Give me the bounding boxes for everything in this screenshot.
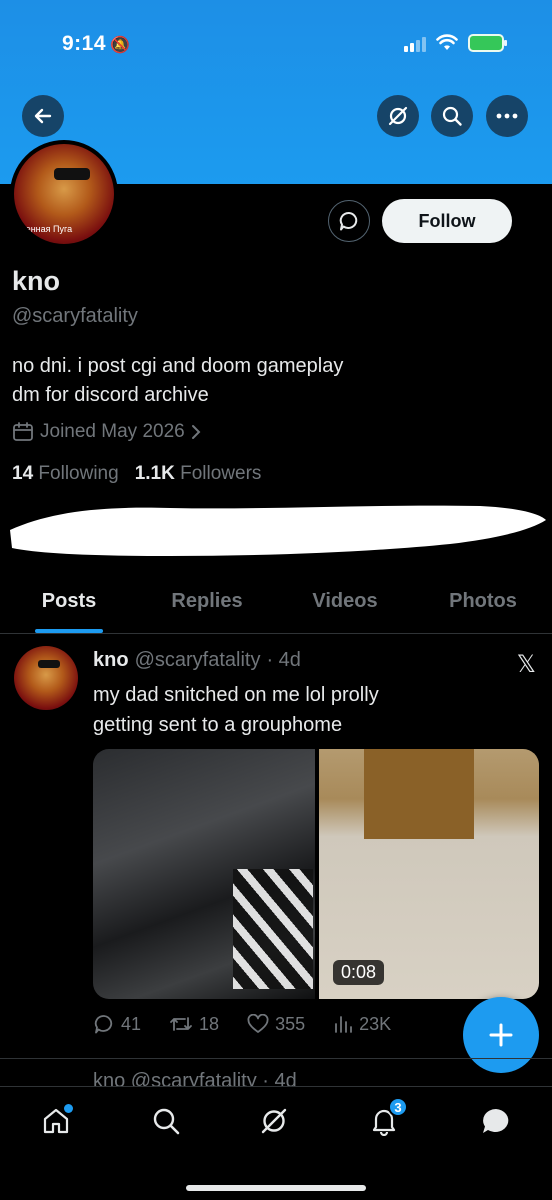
media-image-left[interactable] <box>93 749 315 999</box>
next-tweet-preview[interactable]: kno @scaryfatality · 4d <box>93 1070 297 1086</box>
search-icon <box>442 106 462 126</box>
followers-count: 1.1K <box>134 463 175 484</box>
followers-link[interactable]: 1.1K Followers <box>135 463 262 485</box>
tweet-author-name[interactable]: kno <box>93 649 129 672</box>
bio-line: no dni. i post cgi and doom gameplay <box>12 355 344 377</box>
like-count: 355 <box>275 1013 306 1034</box>
nav-messages[interactable] <box>476 1101 516 1141</box>
redaction-scribble <box>10 505 546 556</box>
tweet-avatar[interactable] <box>14 646 78 710</box>
tab-videos[interactable]: Videos <box>276 580 414 633</box>
chevron-right-icon <box>191 425 201 439</box>
tweet-actions: 41 18 355 23K <box>93 1013 419 1035</box>
silent-bell-icon: 🔕 <box>110 37 131 54</box>
battery-icon <box>468 34 507 52</box>
tweet-text-line: getting sent to a grouphome <box>93 714 343 736</box>
back-button[interactable] <box>22 95 64 137</box>
ellipsis-icon <box>496 113 518 119</box>
search-button[interactable] <box>431 95 473 137</box>
tweet-text-line: my dad snitched on me lol prolly <box>93 684 379 706</box>
view-count: 23K <box>359 1013 392 1034</box>
nav-search[interactable] <box>146 1101 186 1141</box>
like-button[interactable]: 355 <box>247 1013 305 1035</box>
follow-button[interactable]: Follow <box>382 199 512 243</box>
tweet-author-handle[interactable]: @scaryfatality <box>135 649 261 672</box>
message-button[interactable] <box>328 200 370 242</box>
reply-icon <box>94 1015 113 1034</box>
jacket-stripes <box>233 869 313 989</box>
reply-count: 41 <box>121 1013 142 1034</box>
x-logo-icon: 𝕏 <box>516 651 536 678</box>
views-button[interactable]: 23K <box>333 1013 391 1035</box>
compose-post-button[interactable] <box>463 997 539 1073</box>
cellular-signal-icon <box>404 34 426 52</box>
home-indicator <box>186 1185 366 1191</box>
more-options-button[interactable] <box>486 95 528 137</box>
heart-icon <box>247 1014 269 1033</box>
status-time: 9:14 🔕 <box>62 32 131 55</box>
bottom-nav: 3 <box>0 1086 552 1200</box>
grok-icon <box>388 106 408 126</box>
tab-posts[interactable]: Posts <box>0 580 138 633</box>
tweet-text: my dad snitched on me lol prolly getting… <box>93 680 493 740</box>
following-count: 14 <box>12 463 34 484</box>
arrow-left-icon <box>34 108 52 124</box>
tab-replies[interactable]: Replies <box>138 580 276 633</box>
grok-button[interactable] <box>377 95 419 137</box>
wifi-icon <box>436 34 458 50</box>
avatar-glasses <box>54 168 90 180</box>
profile-name: kno <box>12 266 61 296</box>
retweet-icon <box>170 1017 192 1031</box>
status-indicators <box>404 34 507 52</box>
followers-label: Followers <box>180 463 262 484</box>
profile-bio: no dni. i post cgi and doom gameplay dm … <box>12 352 532 410</box>
home-unread-dot <box>64 1104 73 1113</box>
door-shape <box>364 749 474 839</box>
retweet-count: 18 <box>199 1013 220 1034</box>
profile-avatar[interactable]: rченная Пуга <box>10 140 118 248</box>
plus-icon <box>489 1023 513 1047</box>
bio-line: dm for discord archive <box>12 384 209 406</box>
video-duration: 0:08 <box>333 960 385 985</box>
tab-photos[interactable]: Photos <box>414 580 552 633</box>
nav-grok[interactable] <box>254 1101 294 1141</box>
following-label: Following <box>38 463 119 484</box>
avatar-caption: rченная Пуга <box>18 224 73 234</box>
tweet-header: kno @scaryfatality · 4d <box>93 649 301 672</box>
notifications-badge: 3 <box>388 1097 408 1117</box>
calendar-icon <box>13 422 33 441</box>
profile-tabs: Posts Replies Videos Photos <box>0 580 552 634</box>
bar-chart-icon <box>335 1016 353 1033</box>
chat-bubble-icon <box>339 211 358 231</box>
profile-handle: @scaryfatality <box>12 305 138 327</box>
tweet-media[interactable]: 0:08 <box>93 749 539 999</box>
nav-notifications[interactable]: 3 <box>364 1097 408 1141</box>
reply-button[interactable]: 41 <box>93 1013 141 1035</box>
follow-stats: 14 Following 1.1K Followers <box>12 463 261 485</box>
media-video-right[interactable]: 0:08 <box>319 749 539 999</box>
joined-label: Joined May 2026 <box>40 421 185 442</box>
tweet-timestamp: · 4d <box>266 649 301 671</box>
chat-bubble-icon <box>483 1109 509 1133</box>
search-icon <box>153 1108 180 1135</box>
tweet-divider <box>0 1058 552 1059</box>
grok-icon <box>261 1108 287 1134</box>
joined-date[interactable]: Joined May 2026 <box>12 421 201 443</box>
retweet-button[interactable]: 18 <box>169 1013 219 1035</box>
avatar-glasses <box>38 660 60 668</box>
following-link[interactable]: 14 Following <box>12 463 119 485</box>
nav-home[interactable] <box>36 1101 76 1141</box>
